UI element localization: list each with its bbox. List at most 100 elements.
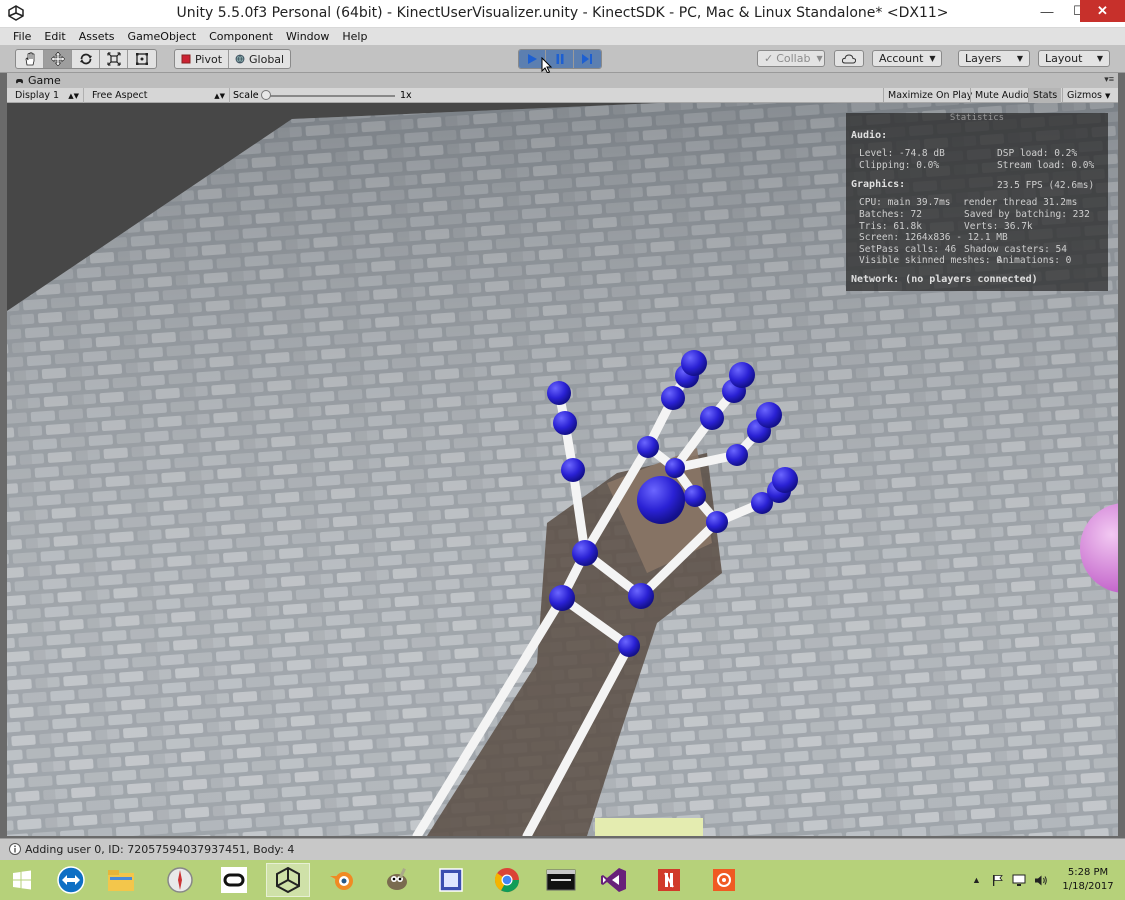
tray-expand-icon[interactable]: ▲ xyxy=(972,875,981,885)
network-status: Network: (no players connected) xyxy=(851,274,1038,285)
visual-studio-icon xyxy=(601,868,626,892)
menu-help[interactable]: Help xyxy=(342,30,367,43)
account-dropdown[interactable]: Account ▼ xyxy=(872,50,942,67)
flag-icon[interactable] xyxy=(991,874,1004,887)
windows-logo-icon xyxy=(13,870,31,890)
taskbar-visual-studio[interactable] xyxy=(592,863,636,897)
taskbar-clock[interactable]: 5:28 PM 1/18/2017 xyxy=(1058,866,1118,894)
verts: Verts: 36.7k xyxy=(964,221,1033,232)
close-button[interactable]: ✕ xyxy=(1080,0,1125,22)
menu-assets[interactable]: Assets xyxy=(79,30,115,43)
dropdown-arrow-icon: ▼ xyxy=(1016,54,1023,63)
clock-date: 1/18/2017 xyxy=(1062,881,1114,892)
global-button[interactable]: Global xyxy=(229,50,290,68)
menu-gameobject[interactable]: GameObject xyxy=(128,30,197,43)
speaker-icon[interactable] xyxy=(1034,874,1048,887)
taskbar-photo-app[interactable] xyxy=(429,863,473,897)
scale-tool-button[interactable] xyxy=(100,50,128,68)
playback-controls xyxy=(518,49,602,69)
dropdown-arrow-icon: ▼ xyxy=(816,54,823,63)
move-tool-button[interactable] xyxy=(44,50,72,68)
statistics-header: Statistics xyxy=(949,113,1005,123)
rect-transform-icon xyxy=(136,53,148,65)
start-button[interactable] xyxy=(0,863,44,897)
scale-value: 1x xyxy=(400,90,412,101)
scale-slider-track[interactable] xyxy=(265,95,395,97)
maximize-on-play-toggle[interactable]: Maximize On Play xyxy=(883,88,976,103)
play-icon xyxy=(528,54,538,64)
visible-skinned-meshes: Visible skinned meshes: 0 xyxy=(859,255,1002,266)
office-icon xyxy=(658,869,680,891)
minimize-button[interactable]: — xyxy=(1030,0,1064,22)
layout-dropdown[interactable]: Layout ▼ xyxy=(1038,50,1110,67)
orange-app-icon xyxy=(713,869,735,891)
dropdown-arrow-icon: ▼ xyxy=(929,54,936,63)
hand-tool-button[interactable] xyxy=(16,50,44,68)
taskbar-oculus[interactable] xyxy=(212,863,256,897)
taskbar-teamviewer[interactable] xyxy=(49,863,93,897)
menu-file[interactable]: File xyxy=(13,30,31,43)
cpu-main: CPU: main 39.7ms xyxy=(859,197,951,208)
display-dropdown[interactable]: Display 1 ▲▼ xyxy=(7,88,84,103)
graphics-section-title: Graphics: xyxy=(851,179,906,190)
taskbar-unity[interactable] xyxy=(266,863,310,897)
game-viewport[interactable]: Statistics Audio: Level: -74.8 dB Clippi… xyxy=(7,103,1118,836)
menu-bar: File Edit Assets GameObject Component Wi… xyxy=(0,28,1125,45)
mute-audio-toggle[interactable]: Mute Audio xyxy=(970,88,1033,103)
dropdown-arrow-icon: ▼ xyxy=(1105,91,1111,100)
unity-icon xyxy=(276,866,300,894)
tab-menu-icon[interactable]: ▾≡ xyxy=(1104,74,1114,85)
scale-icon xyxy=(106,52,121,66)
menu-window[interactable]: Window xyxy=(286,30,329,43)
collab-dropdown[interactable]: ✓ Collab ▼ xyxy=(757,50,825,67)
cloud-icon xyxy=(842,53,856,63)
taskbar-blender[interactable] xyxy=(320,863,364,897)
dropdown-arrow-icon: ▼ xyxy=(1096,54,1103,63)
audio-level: Level: -74.8 dB xyxy=(859,148,945,159)
setpass-calls: SetPass calls: 46 xyxy=(859,244,957,255)
tab-game[interactable]: Game xyxy=(9,73,67,88)
image-viewer-icon xyxy=(439,868,463,892)
pivot-global-toggle: Pivot Global xyxy=(174,49,292,69)
cloud-button[interactable] xyxy=(834,50,864,67)
folder-icon xyxy=(108,870,134,891)
gizmos-dropdown[interactable]: Gizmos ▼ xyxy=(1062,88,1114,103)
aspect-dropdown[interactable]: Free Aspect ▲▼ xyxy=(84,88,230,103)
taskbar-terminal[interactable] xyxy=(539,863,583,897)
game-view-toolbar: Display 1 ▲▼ Free Aspect ▲▼ Scale 1x Max… xyxy=(7,88,1118,103)
layers-dropdown[interactable]: Layers ▼ xyxy=(958,50,1030,67)
rotate-tool-button[interactable] xyxy=(72,50,100,68)
batches: Batches: 72 xyxy=(859,209,922,220)
menu-component[interactable]: Component xyxy=(209,30,273,43)
audio-section-title: Audio: xyxy=(851,130,888,141)
globe-icon xyxy=(235,54,245,64)
taskbar-gimp[interactable] xyxy=(375,863,419,897)
window-title: Unity 5.5.0f3 Personal (64bit) - KinectU… xyxy=(176,5,949,21)
transform-tools xyxy=(15,49,157,69)
network-icon[interactable] xyxy=(1012,874,1026,887)
menu-edit[interactable]: Edit xyxy=(44,30,65,43)
taskbar-office-app[interactable] xyxy=(647,863,691,897)
move-arrows-icon xyxy=(50,52,65,66)
status-bar: Adding user 0, ID: 72057594037937451, Bo… xyxy=(0,838,1125,860)
taskbar-file-explorer[interactable] xyxy=(99,863,143,897)
console-last-message[interactable]: Adding user 0, ID: 72057594037937451, Bo… xyxy=(25,843,294,856)
tris: Tris: 61.8k xyxy=(859,221,922,232)
console-icon xyxy=(546,869,576,891)
screen-info: Screen: 1264x836 - 12.1 MB xyxy=(859,232,1008,243)
stats-toggle[interactable]: Stats xyxy=(1028,88,1062,103)
shadow-casters: Shadow casters: 54 xyxy=(964,244,1067,255)
compass-icon xyxy=(167,867,193,893)
oculus-icon xyxy=(221,867,247,893)
taskbar-orange-app[interactable] xyxy=(702,863,746,897)
pivot-button[interactable]: Pivot xyxy=(175,50,230,68)
taskbar-app-compass[interactable] xyxy=(158,863,202,897)
rotate-icon xyxy=(79,53,92,65)
taskbar-chrome[interactable] xyxy=(485,863,529,897)
rect-tool-button[interactable] xyxy=(128,50,156,68)
step-button[interactable] xyxy=(573,50,601,68)
scale-slider-thumb[interactable] xyxy=(261,90,271,100)
fps-readout: 23.5 FPS (42.6ms) xyxy=(997,180,1095,191)
dropdown-arrow-icon: ▲▼ xyxy=(214,91,225,100)
windows-taskbar: ▲ 5:28 PM 1/18/2017 xyxy=(0,860,1125,900)
